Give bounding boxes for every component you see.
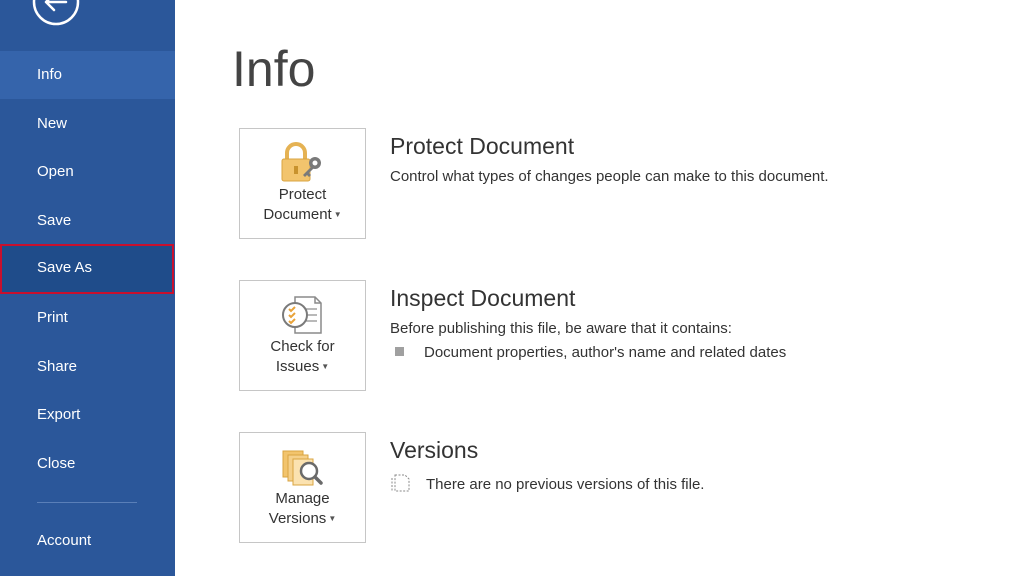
versions-status: There are no previous versions of this f… [390, 474, 704, 493]
sidebar-item-share[interactable]: Share [0, 343, 175, 391]
document-outline-icon [391, 474, 410, 492]
back-button[interactable] [32, 0, 80, 30]
protect-document-label: Protect Document ▼ [263, 186, 342, 223]
protect-document-title: Protect Document [390, 133, 575, 159]
sidebar-item-new[interactable]: New [0, 100, 175, 148]
bullet-icon [395, 347, 404, 356]
check-for-issues-label: Check for Issues ▼ [270, 338, 335, 375]
sidebar-divider [37, 502, 137, 503]
list-item: Document properties, author's name and r… [395, 344, 786, 361]
manage-versions-icon [282, 450, 323, 486]
versions-title: Versions [390, 437, 479, 463]
sidebar-item-account[interactable]: Account [0, 517, 175, 565]
protect-document-button[interactable]: Protect Document ▼ [239, 128, 366, 239]
manage-versions-label: Manage Versions ▼ [268, 490, 337, 527]
info-panel: Info Protect Document ▼ Protect Document … [175, 0, 1024, 576]
sidebar-item-save-as[interactable]: Save As [0, 244, 174, 294]
sidebar-item-save[interactable]: Save [0, 197, 175, 245]
sidebar-item-info[interactable]: Info [0, 51, 175, 99]
sidebar-item-open[interactable]: Open [0, 148, 175, 196]
backstage-sidebar: Info New Open Save Save As Print Share E… [0, 0, 175, 576]
manage-versions-button[interactable]: Manage Versions ▼ [239, 432, 366, 543]
dropdown-caret-icon: ▼ [328, 514, 337, 524]
inspect-document-description: Before publishing this file, be aware th… [390, 320, 732, 337]
dropdown-caret-icon: ▼ [321, 362, 330, 372]
word-backstage: Info New Open Save Save As Print Share E… [0, 0, 1024, 576]
protect-document-description: Control what types of changes people can… [390, 168, 829, 185]
sidebar-item-close[interactable]: Close [0, 440, 175, 488]
sidebar-item-print[interactable]: Print [0, 294, 175, 342]
inspect-document-title: Inspect Document [390, 285, 576, 311]
dropdown-caret-icon: ▼ [333, 210, 342, 220]
lock-key-icon [281, 142, 321, 182]
check-for-issues-button[interactable]: Check for Issues ▼ [239, 280, 366, 391]
back-arrow-icon [32, 0, 80, 26]
sidebar-item-export[interactable]: Export [0, 391, 175, 439]
inspect-document-icon [282, 296, 322, 334]
page-title: Info [232, 41, 316, 97]
